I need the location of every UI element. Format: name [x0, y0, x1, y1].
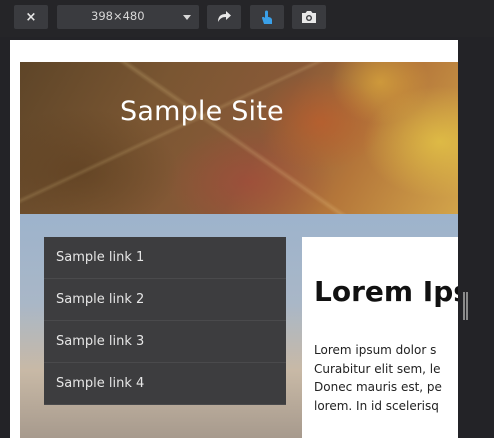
responsive-viewport[interactable]: Sample Site Sample link 1 Sample link 2 …: [10, 40, 458, 438]
nav-link-1[interactable]: Sample link 1: [44, 237, 286, 279]
paragraph-line: Curabitur elit sem, le: [314, 361, 441, 376]
grip-line: [466, 292, 468, 320]
main-content: Lorem Ips Lorem ipsum dolor s Curabitur …: [302, 237, 458, 438]
screenshot-button[interactable]: [292, 5, 326, 29]
content-heading: Lorem Ips: [314, 275, 458, 308]
chevron-down-icon: [183, 15, 191, 20]
site-header-banner: Sample Site: [20, 62, 458, 214]
site-body: Sample link 1 Sample link 2 Sample link …: [20, 214, 458, 438]
responsive-toolbar: × 398×480: [0, 0, 494, 37]
site-title: Sample Site: [120, 96, 284, 127]
close-responsive-button[interactable]: ×: [14, 5, 48, 29]
rotate-button[interactable]: [207, 5, 241, 29]
content-paragraph: Lorem ipsum dolor s Curabitur elit sem, …: [314, 341, 458, 415]
grip-line: [463, 292, 465, 320]
camera-icon: [302, 11, 316, 23]
nav-link-4[interactable]: Sample link 4: [44, 363, 286, 405]
leaf-texture: [20, 62, 458, 214]
viewport-resize-handle[interactable]: [463, 292, 468, 320]
touch-simulation-button[interactable]: [250, 5, 284, 29]
paragraph-line: Lorem ipsum dolor s: [314, 343, 437, 357]
paragraph-line: Donec mauris est, pe: [314, 380, 442, 394]
nav-link-3[interactable]: Sample link 3: [44, 321, 286, 363]
site-nav: Sample link 1 Sample link 2 Sample link …: [44, 237, 286, 405]
device-size-value: 398×480: [91, 9, 145, 23]
touch-icon: [262, 10, 272, 24]
rotate-icon: [218, 11, 231, 22]
nav-link-2[interactable]: Sample link 2: [44, 279, 286, 321]
device-size-select[interactable]: 398×480: [57, 5, 199, 29]
paragraph-line: lorem. In id scelerisq: [314, 398, 439, 413]
close-icon: ×: [25, 9, 37, 25]
